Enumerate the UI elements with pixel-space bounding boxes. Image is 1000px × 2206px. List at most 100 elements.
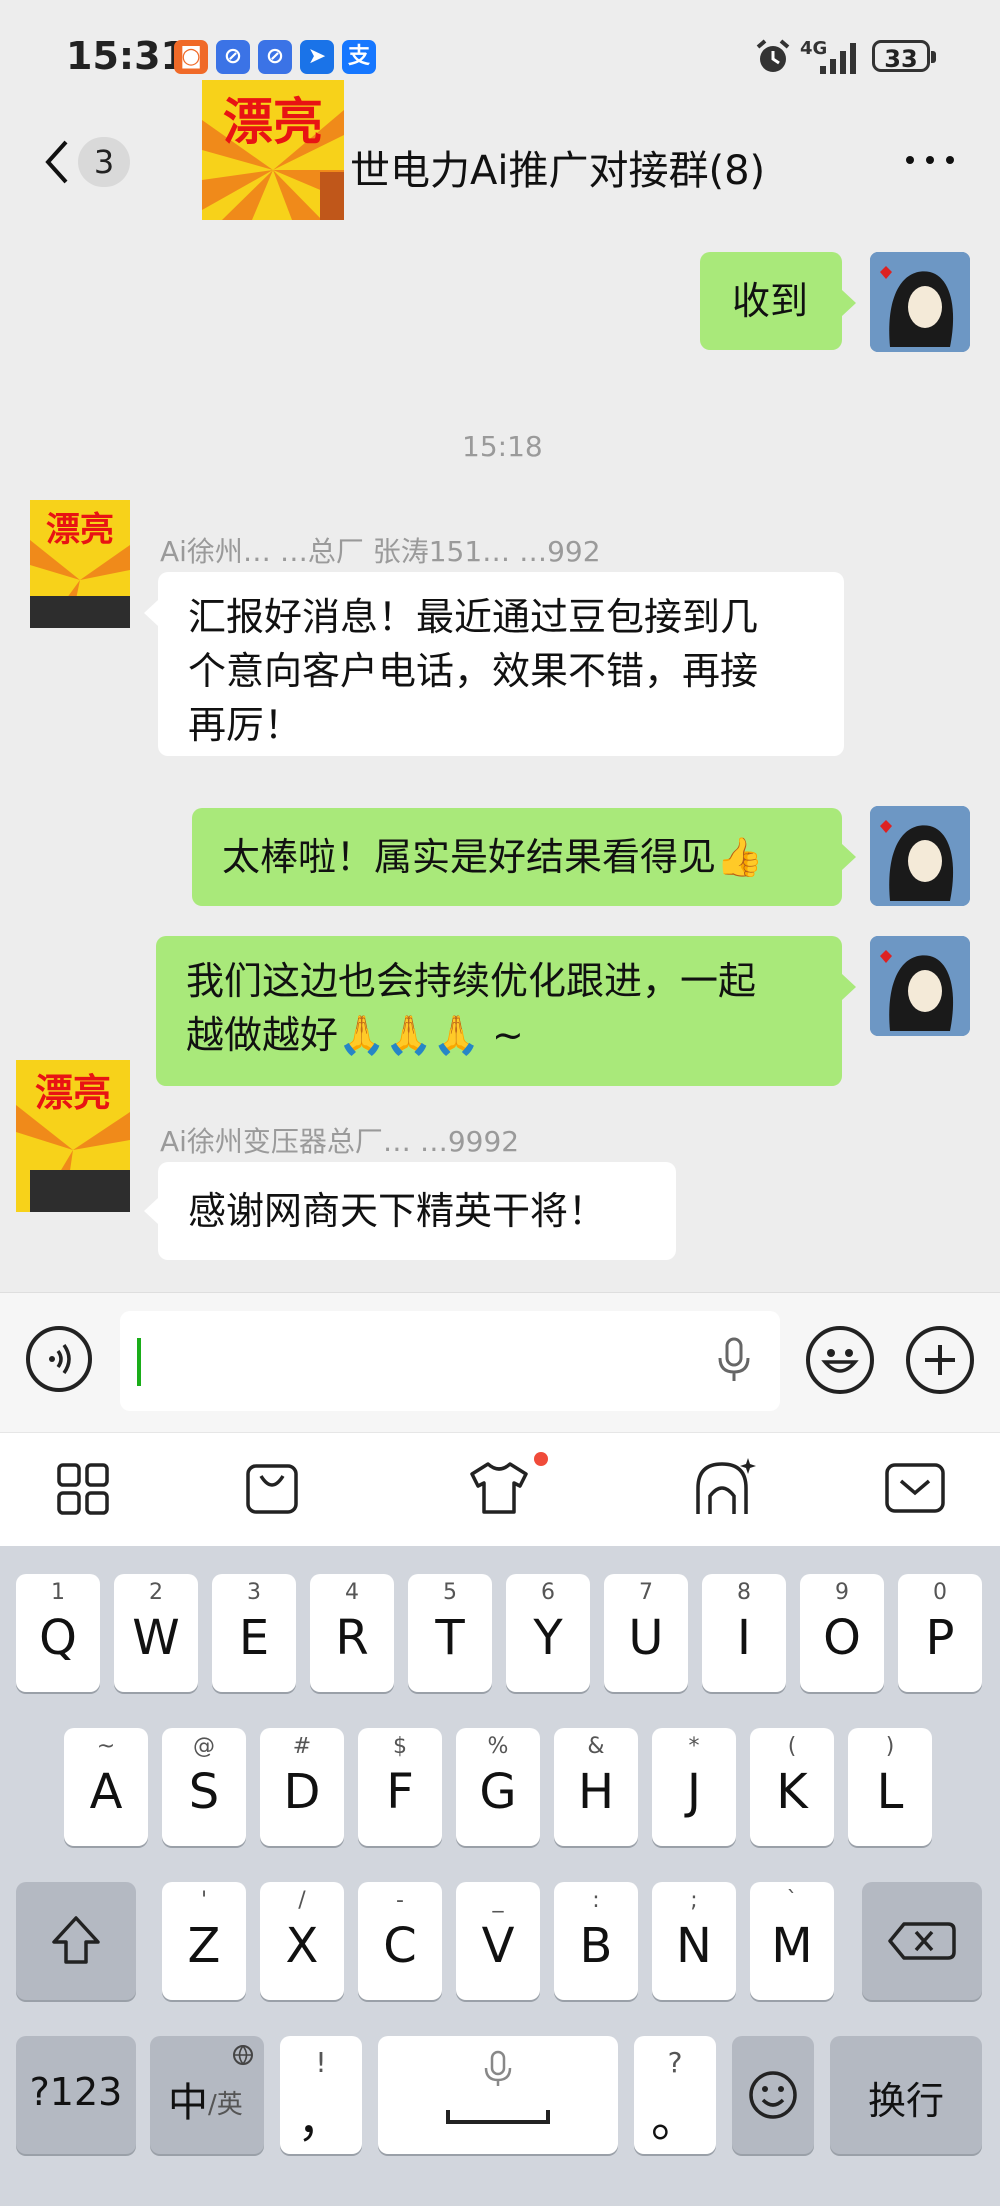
more-options-icon[interactable]	[900, 150, 960, 170]
period-key[interactable]: ? 。	[634, 2036, 716, 2154]
key-label: V	[481, 1918, 515, 1974]
key-r[interactable]: 4R	[310, 1574, 394, 1692]
backspace-key[interactable]	[862, 1882, 982, 2000]
voice-wave-icon	[49, 1343, 71, 1375]
key-secondary-label: $	[393, 1734, 407, 1759]
collapse-keyboard-icon[interactable]	[884, 1462, 946, 1514]
key-secondary-label: '	[200, 1888, 208, 1913]
ai-assistant-icon[interactable]	[692, 1456, 758, 1518]
comma-key[interactable]: ! ，	[280, 2036, 362, 2154]
status-bar: 15:31 ◙ ⊘ ⊘ ➤ 支 4G 33	[0, 0, 1000, 110]
key-p[interactable]: 0P	[898, 1574, 982, 1692]
message-line: 越做越好🙏🙏🙏 ~	[186, 1013, 524, 1057]
my-avatar[interactable]	[870, 252, 970, 352]
mail-icon: ➤	[300, 40, 334, 74]
key-q[interactable]: 1Q	[16, 1574, 100, 1692]
shopping-bag-icon[interactable]	[244, 1460, 300, 1516]
message-bubble[interactable]: 我们这边也会持续优化跟进，一起 越做越好🙏🙏🙏 ~	[156, 936, 842, 1086]
text-cursor	[137, 1338, 141, 1386]
key-secondary-label: )	[885, 1734, 895, 1759]
apps-grid-icon[interactable]	[56, 1462, 110, 1516]
key-secondary-label: @	[193, 1734, 215, 1759]
enter-key[interactable]: 换行	[830, 2036, 982, 2154]
key-s[interactable]: @ S	[162, 1728, 246, 1846]
sender-avatar[interactable]: 漂亮	[16, 1060, 130, 1212]
key-j[interactable]: * J	[652, 1728, 736, 1846]
key-i[interactable]: 8I	[702, 1574, 786, 1692]
key-v[interactable]: _ V	[456, 1882, 540, 2000]
key-c[interactable]: -C	[358, 1882, 442, 2000]
smiley-icon	[821, 1349, 859, 1373]
key-m[interactable]: ` M	[750, 1882, 834, 2000]
key-y[interactable]: 6Y	[506, 1574, 590, 1692]
my-avatar[interactable]	[870, 936, 970, 1036]
emoji-button[interactable]	[806, 1326, 874, 1394]
key-a[interactable]: ~ A	[64, 1728, 148, 1846]
key-w[interactable]: 2W	[114, 1574, 198, 1692]
key-o[interactable]: 9O	[800, 1574, 884, 1692]
key-e[interactable]: 3E	[212, 1574, 296, 1692]
message-line: 个意向客户电话，效果不错，再接	[188, 649, 759, 693]
message-bubble[interactable]: 收到	[700, 252, 842, 350]
message-line: 汇报好消息！最近通过豆包接到几	[188, 595, 759, 639]
message-bubble[interactable]: 太棒啦！属实是好结果看得见👍	[192, 808, 842, 906]
chat-area[interactable]: 收到 15:18 漂亮 Ai徐州… …总厂 张涛151… …992 汇报好消息！…	[0, 222, 1000, 1292]
key-label: O	[823, 1610, 861, 1666]
key-secondary-label: &	[587, 1734, 605, 1759]
my-avatar[interactable]	[870, 806, 970, 906]
key-label: D	[283, 1764, 321, 1820]
key-n[interactable]: ; N	[652, 1882, 736, 2000]
emoji-key[interactable]	[732, 2036, 814, 2154]
language-switch-key[interactable]: 中 /英	[150, 2036, 264, 2154]
key-b[interactable]: :B	[554, 1882, 638, 2000]
sender-name: Ai徐州… …总厂 张涛151… …992	[160, 535, 601, 568]
globe-icon	[233, 2045, 253, 2066]
key-g[interactable]: % G	[456, 1728, 540, 1846]
space-key[interactable]	[378, 2036, 618, 2154]
message-text: 感谢网商天下精英干将！	[188, 1189, 607, 1233]
key-k[interactable]: (K	[750, 1728, 834, 1846]
back-arrow-icon[interactable]	[38, 136, 78, 188]
key-f[interactable]: $ F	[358, 1728, 442, 1846]
tshirt-icon[interactable]	[468, 1460, 530, 1516]
message-text: 太棒啦！属实是好结果看得见👍	[222, 835, 764, 879]
girl-avatar-icon	[870, 936, 970, 1036]
girl-avatar-icon	[870, 252, 970, 352]
key-secondary-label: 9	[835, 1580, 849, 1605]
bubble-tail	[144, 1198, 158, 1224]
voice-mode-button[interactable]	[26, 1326, 92, 1392]
sender-avatar[interactable]: 漂亮	[30, 500, 130, 628]
key-label: Y	[533, 1610, 563, 1666]
shift-arrow-icon	[52, 1916, 100, 1964]
key-x[interactable]: / X	[260, 1882, 344, 2000]
key-secondary-label: 3	[247, 1580, 261, 1605]
numbers-key[interactable]: ?123	[16, 2036, 136, 2154]
key-secondary-label: :	[592, 1888, 600, 1913]
more-functions-button[interactable]	[906, 1326, 974, 1394]
unread-badge[interactable]: 3	[78, 137, 130, 187]
key-u[interactable]: 7U	[604, 1574, 688, 1692]
group-avatar[interactable]: 漂亮	[202, 80, 344, 220]
key-d[interactable]: # D	[260, 1728, 344, 1846]
period-key-sublabel: ?	[667, 2046, 683, 2079]
shift-key[interactable]	[16, 1882, 136, 2000]
key-z[interactable]: ' Z	[162, 1882, 246, 2000]
microphone-icon[interactable]	[712, 1336, 756, 1384]
key-secondary-label: #	[292, 1734, 312, 1759]
key-secondary-label: *	[688, 1734, 700, 1759]
key-t[interactable]: 5T	[408, 1574, 492, 1692]
key-label: M	[771, 1918, 813, 1974]
key-l[interactable]: ) L	[848, 1728, 932, 1846]
message-bubble[interactable]: 感谢网商天下精英干将！	[158, 1162, 676, 1260]
browser-icon: ⊘	[258, 40, 292, 74]
message-input[interactable]	[120, 1311, 780, 1411]
key-label: P	[925, 1610, 955, 1666]
key-label: Q	[39, 1610, 77, 1666]
key-secondary-label: 2	[149, 1580, 163, 1605]
key-h[interactable]: & H	[554, 1728, 638, 1846]
key-secondary-label: -	[396, 1888, 404, 1913]
key-label: K	[776, 1764, 808, 1820]
message-bubble[interactable]: 汇报好消息！最近通过豆包接到几 个意向客户电话，效果不错，再接 再厉！	[158, 572, 844, 756]
key-secondary-label: ~	[96, 1734, 116, 1759]
chat-title[interactable]: 世电力Ai推广对接群(8)	[350, 138, 765, 196]
